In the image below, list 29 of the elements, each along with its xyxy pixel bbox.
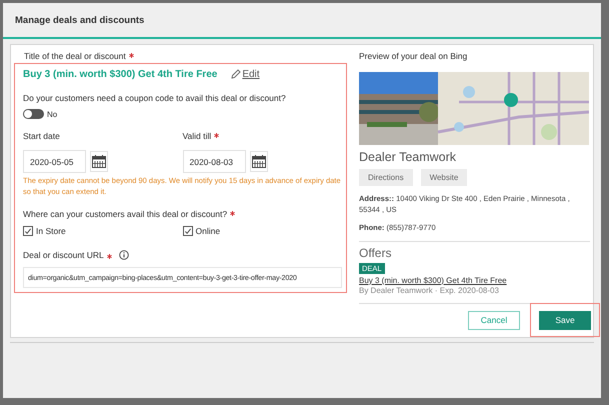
preview-button[interactable]: Website [420,168,468,186]
save-button[interactable]: Save [539,310,591,330]
checkbox[interactable] [23,226,33,236]
preview-button[interactable]: Directions [359,168,413,186]
edit-link[interactable]: Edit [231,68,260,80]
section-heading: Offers [359,246,392,260]
field-label: Where can your customers avail this deal or discount? [23,209,228,219]
checkbox-label: Online [196,226,220,236]
date-field[interactable]: 2020-08-03 [182,150,246,173]
calendar-icon[interactable] [90,151,108,172]
question-text: Do your customers need a coupon code to avail this deal or discount? [23,93,287,103]
toggle-label: No [47,110,58,118]
date-field[interactable]: 2020-05-05 [23,150,86,173]
field-label: Title of the deal or discount [24,51,126,61]
section-heading: Preview of your deal on Bing [359,51,468,61]
field-label: Valid till [182,131,212,141]
checkbox-label: In Store [36,226,66,236]
field-label: Deal or discount URL [23,250,104,260]
business-name: Dealer Teamwork [359,150,458,164]
toggle-switch[interactable] [23,109,44,119]
offer-meta: By Dealer Teamwork · Exp. 2020-08-03 [359,286,500,295]
offer-link[interactable]: Buy 3 (min. worth $300) Get 4th Tire Free [359,276,590,285]
deal-title: Buy 3 (min. worth $300) Get 4th Tire Free [23,68,218,80]
info-icon[interactable] [118,250,129,260]
calendar-icon[interactable] [250,151,268,172]
dialog-title: Manage deals and discounts [15,14,144,26]
pencil-icon [231,69,242,79]
field-label: Start date [23,131,60,141]
checkbox[interactable] [182,226,192,236]
